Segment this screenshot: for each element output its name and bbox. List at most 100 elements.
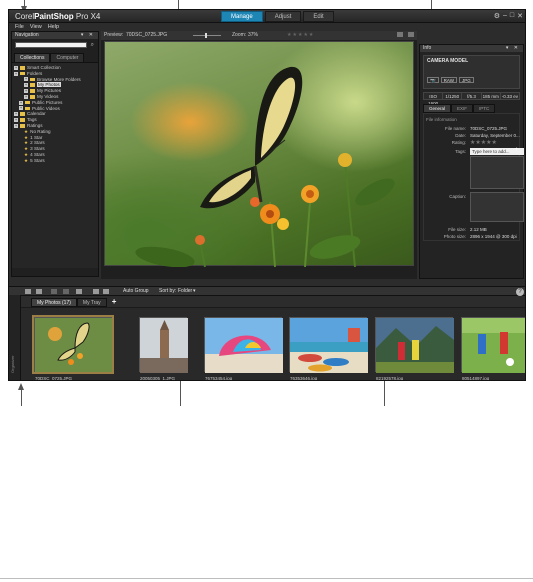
minimize-button[interactable]: – bbox=[503, 12, 507, 20]
tree-item-label: 1 Star bbox=[30, 134, 43, 140]
mode-tabs: Manage Adjust Edit bbox=[221, 11, 336, 22]
edit-icon[interactable] bbox=[51, 289, 57, 294]
zoom-slider-handle[interactable] bbox=[205, 33, 207, 38]
palette-controls-icon[interactable]: ▾ ✕ bbox=[81, 32, 95, 39]
tab-iptc[interactable]: IPTC bbox=[473, 104, 496, 113]
palette-controls-icon[interactable]: ▾ ✕ bbox=[506, 45, 520, 52]
folder-icon bbox=[20, 66, 25, 70]
folder-icon bbox=[25, 100, 30, 105]
butterfly-thumbnail-graphic bbox=[35, 318, 113, 373]
tab-edit[interactable]: Edit bbox=[303, 11, 334, 22]
rating-stars[interactable]: ★★★★★ bbox=[470, 139, 497, 146]
tab-general[interactable]: General bbox=[423, 104, 452, 113]
tab-manage[interactable]: Manage bbox=[221, 11, 263, 22]
details-view-icon[interactable] bbox=[36, 289, 42, 294]
tree-item-label: Calendar bbox=[27, 111, 46, 117]
tree-item-label: Public Pictures bbox=[32, 99, 63, 105]
expand-icon[interactable]: + bbox=[24, 88, 28, 93]
expand-icon[interactable]: + bbox=[19, 100, 23, 105]
thumbnail-filename: 76353646.jpg bbox=[290, 376, 318, 381]
tree-item-label: 4 Stars bbox=[30, 151, 45, 157]
folder-icon bbox=[30, 89, 35, 93]
app-title-strong: PaintShop bbox=[34, 12, 74, 21]
close-button[interactable]: ✕ bbox=[517, 12, 523, 20]
tree-item-label: Browse More Folders bbox=[37, 76, 81, 82]
tab-adjust[interactable]: Adjust bbox=[264, 11, 302, 22]
thumbnail-umbrella[interactable] bbox=[204, 317, 283, 373]
thumbnail-strip: 70DSC_0725.JPG 20050305_1.JPG 76753454.j… bbox=[21, 307, 525, 381]
sort-by-dropdown[interactable]: Folder bbox=[178, 287, 192, 296]
preview-rating-stars[interactable]: ★★★★★ bbox=[287, 31, 314, 40]
star-icon: ★ bbox=[24, 134, 29, 140]
info-palette: Info ▾ ✕ CAMERA MODEL 📷 RAW JPG ISO 1600… bbox=[419, 44, 524, 279]
expand-icon[interactable]: + bbox=[14, 123, 18, 128]
expand-icon[interactable]: + bbox=[19, 106, 23, 111]
thumbnail-boats[interactable] bbox=[289, 317, 368, 373]
tree-item-label: Folders bbox=[27, 70, 43, 76]
help-button[interactable]: ? bbox=[516, 288, 524, 296]
tab-exif[interactable]: EXIF bbox=[451, 104, 474, 113]
app-title: CorelPaintShop Pro X4 bbox=[15, 12, 100, 21]
navigation-header: Navigation ▾ ✕ bbox=[12, 32, 98, 39]
maximize-button[interactable]: □ bbox=[510, 12, 514, 20]
folder-icon bbox=[30, 83, 35, 87]
hikers-thumbnail-graphic bbox=[376, 318, 454, 373]
sort-by-label: Sort by: bbox=[159, 288, 177, 294]
tab-collections[interactable]: Collections bbox=[14, 53, 51, 62]
auto-group-button[interactable]: Auto Group bbox=[123, 287, 149, 296]
tree-item-label: My Videos bbox=[37, 93, 59, 99]
add-tray-button[interactable]: + bbox=[112, 298, 117, 307]
photo-size-label: Photo size: bbox=[443, 234, 466, 239]
tab-my-photos[interactable]: My Photos (17) bbox=[31, 298, 77, 307]
expand-icon[interactable]: + bbox=[14, 65, 18, 70]
navigation-search-input[interactable] bbox=[15, 42, 87, 48]
organizer-side-label: Organizer bbox=[10, 355, 15, 373]
preview-photo[interactable] bbox=[104, 41, 414, 268]
expand-icon[interactable]: + bbox=[24, 94, 28, 99]
tree-item-label: Public Videos bbox=[32, 105, 60, 111]
chevron-down-icon[interactable]: ▾ bbox=[193, 287, 196, 296]
thumbnail-view-icon[interactable] bbox=[25, 289, 31, 294]
tree-item-label: Tags bbox=[27, 117, 37, 123]
expand-icon[interactable]: + bbox=[14, 112, 18, 117]
raw-badge: RAW bbox=[440, 77, 457, 83]
tags-list[interactable] bbox=[470, 156, 524, 189]
expand-icon[interactable]: + bbox=[14, 71, 18, 76]
tree-item-label: No Rating bbox=[30, 128, 51, 134]
expand-icon[interactable]: + bbox=[14, 117, 18, 122]
add-tag-button[interactable]: + bbox=[514, 147, 518, 153]
title-bar: CorelPaintShop Pro X4 Manage Adjust Edit… bbox=[9, 10, 525, 23]
compare-view-icon[interactable] bbox=[397, 32, 403, 37]
star-icon: ★ bbox=[24, 157, 29, 163]
info-title: Info bbox=[423, 45, 432, 51]
tree-item[interactable]: ★ 5 Stars bbox=[14, 158, 98, 164]
exif-focal-length: 185 mm bbox=[482, 93, 501, 99]
settings-icon[interactable]: ⚙ bbox=[494, 12, 500, 20]
share-icon[interactable] bbox=[76, 289, 82, 294]
fit-view-icon[interactable] bbox=[408, 32, 414, 37]
zoom-slider[interactable] bbox=[193, 35, 221, 36]
rating-label: Rating: bbox=[451, 140, 466, 145]
thumbnail-tower[interactable] bbox=[139, 317, 188, 373]
unflag-icon[interactable] bbox=[103, 289, 109, 294]
thumbnail-butterfly[interactable] bbox=[32, 315, 114, 374]
flag-icon[interactable] bbox=[93, 289, 99, 294]
thumbnail-hikers[interactable] bbox=[375, 317, 454, 373]
organizer-side-grip[interactable]: Organizer bbox=[9, 295, 21, 380]
caption-field[interactable] bbox=[470, 192, 524, 222]
tab-my-tray[interactable]: My Tray bbox=[76, 298, 107, 307]
preview-view-icons bbox=[397, 32, 414, 37]
exif-summary: ISO 1600 1/1250 f/5.3 185 mm -0.33 ev bbox=[423, 92, 520, 106]
search-icon[interactable]: ⌕ bbox=[91, 42, 94, 49]
expand-icon[interactable]: + bbox=[24, 83, 28, 88]
star-icon: ★ bbox=[24, 140, 29, 146]
caption-label: Caption: bbox=[449, 194, 466, 199]
file-name-value: 70DSC_0725.JPG bbox=[470, 126, 508, 131]
brush-icon[interactable] bbox=[63, 289, 69, 294]
tower-thumbnail-graphic bbox=[140, 318, 188, 373]
folder-icon bbox=[20, 118, 25, 122]
thumbnail-soccer[interactable] bbox=[461, 317, 525, 373]
expand-icon[interactable]: + bbox=[24, 77, 28, 82]
tab-computer[interactable]: Computer bbox=[50, 53, 85, 62]
file-name-label: File name: bbox=[444, 126, 466, 131]
